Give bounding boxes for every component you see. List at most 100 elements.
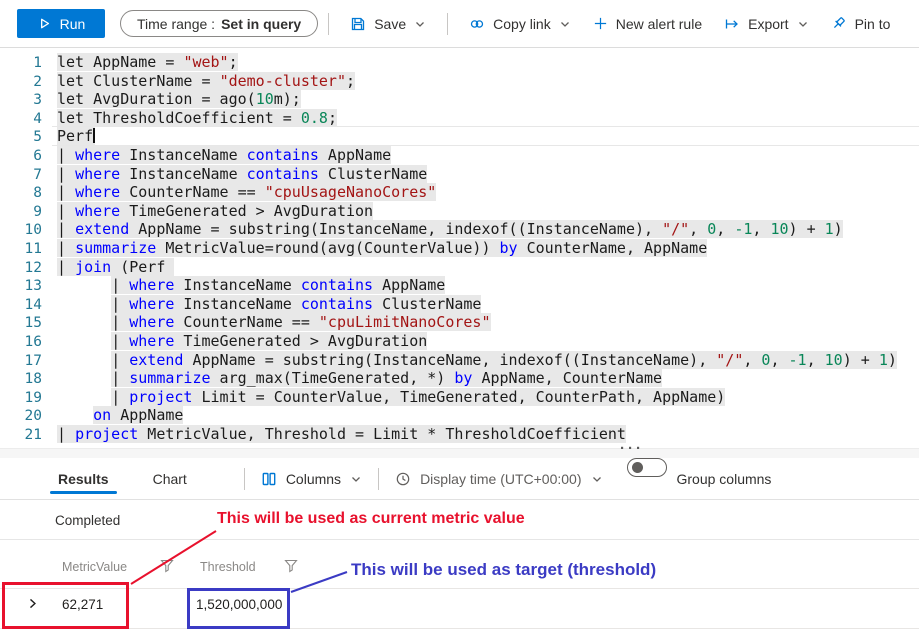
line-number: 2 [0,73,42,92]
line-number: 8 [0,184,42,203]
annotation-threshold-note: This will be used as target (threshold) [351,560,656,580]
line-number: 12 [0,259,42,278]
clock-icon [395,471,411,487]
toolbar-divider [447,13,448,35]
save-icon [350,16,366,32]
columns-label: Columns [286,471,341,487]
line-number: 14 [0,296,42,315]
time-range-label: Time range : [137,16,215,32]
line-number: 9 [0,203,42,222]
column-header-metricvalue[interactable]: MetricValue [62,560,127,574]
code-line[interactable]: 6| where InstanceName contains AppName [0,146,919,165]
toolbar-divider [328,13,329,35]
query-toolbar: Run Time range : Set in query Save [0,0,919,48]
tab-chart[interactable]: Chart [150,458,190,499]
column-header-threshold[interactable]: Threshold [200,560,256,574]
group-columns-toggle[interactable] [627,458,667,477]
run-label: Run [60,16,86,32]
code-line[interactable]: 9| where TimeGenerated > AvgDuration [0,202,919,221]
copy-link-button[interactable]: Copy link [458,0,582,47]
line-number: 13 [0,277,42,296]
splitter-handle-icon[interactable]: ··· [620,442,644,456]
code-line[interactable]: 4let ThresholdCoefficient = 0.8; [0,109,919,128]
code-line[interactable]: 15 | where CounterName == "cpuLimitNanoC… [0,313,919,332]
new-alert-rule-button[interactable]: New alert rule [582,0,713,47]
chevron-down-icon [559,18,571,30]
line-number: 6 [0,147,42,166]
code-line[interactable]: 5Perf [0,127,919,146]
run-button[interactable]: Run [17,9,105,38]
columns-icon [261,471,277,487]
save-button[interactable]: Save [339,0,437,47]
line-number: 11 [0,240,42,259]
time-range-picker[interactable]: Time range : Set in query [120,10,318,37]
code-line[interactable]: 21| project MetricValue, Threshold = Lim… [0,425,919,444]
copy-link-label: Copy link [493,16,551,32]
pin-icon [831,16,847,32]
code-line[interactable]: 13 | where InstanceName contains AppName [0,276,919,295]
code-line[interactable]: 10| extend AppName = substring(InstanceN… [0,220,919,239]
export-label: Export [748,16,788,32]
line-number: 7 [0,166,42,185]
chevron-down-icon [591,473,603,485]
line-number: 16 [0,333,42,352]
code-line[interactable]: 11| summarize MetricValue=round(avg(Coun… [0,239,919,258]
code-line[interactable]: 7| where InstanceName contains ClusterNa… [0,165,919,184]
line-number: 20 [0,407,42,426]
filter-icon[interactable] [284,559,298,573]
tab-results-label: Results [58,471,109,487]
code-line[interactable]: 2let ClusterName = "demo-cluster"; [0,72,919,91]
display-time-label: Display time (UTC+00:00) [420,471,581,487]
line-number: 17 [0,352,42,371]
toggle-knob [632,462,643,473]
code-line[interactable]: 8| where CounterName == "cpuUsageNanoCor… [0,183,919,202]
play-icon [37,16,52,31]
code-line[interactable]: 17 | extend AppName = substring(Instance… [0,351,919,370]
code-line[interactable]: 19 | project Limit = CounterValue, TimeG… [0,388,919,407]
code-line[interactable]: 1let AppName = "web"; [0,53,919,72]
plus-icon [593,16,608,31]
status-text: Completed [55,513,120,528]
pin-to-label: Pin to [855,16,891,32]
results-bar-divider [244,468,245,490]
code-line[interactable]: 16 | where TimeGenerated > AvgDuration [0,332,919,351]
line-number: 4 [0,110,42,129]
row-expander-icon[interactable] [26,597,39,610]
chevron-down-icon [797,18,809,30]
results-toolbar: Results Chart Columns Display tim [0,458,919,500]
cell-metricvalue[interactable]: 62,271 [62,597,103,612]
export-button[interactable]: Export [713,0,819,47]
line-number: 10 [0,221,42,240]
code-line[interactable]: 14 | where InstanceName contains Cluster… [0,295,919,314]
grid-divider [0,628,919,629]
code-line[interactable]: 20 on AppName [0,406,919,425]
code-line[interactable]: 18 | summarize arg_max(TimeGenerated, *)… [0,369,919,388]
code-line[interactable]: 12| join (Perf [0,258,919,277]
results-grid: MetricValue Threshold 62,271 1,520,000,0… [0,540,919,637]
line-number: 21 [0,426,42,445]
line-number: 18 [0,370,42,389]
kql-query-editor[interactable]: 1let AppName = "web";2let ClusterName = … [0,48,919,458]
tab-results[interactable]: Results [55,458,112,499]
query-editor-page: Run Time range : Set in query Save [0,0,919,637]
display-time-button[interactable]: Display time (UTC+00:00) [395,458,602,499]
line-number: 1 [0,54,42,73]
filter-icon[interactable] [160,559,174,573]
line-number: 19 [0,389,42,408]
pin-to-button[interactable]: Pin to [820,0,902,47]
editor-results-splitter[interactable]: ··· [0,448,919,458]
annotation-metric-note: This will be used as current metric valu… [217,510,525,528]
code-lines: 1let AppName = "web";2let ClusterName = … [0,48,919,443]
group-columns-label-wrap: Group columns [677,458,772,499]
new-alert-rule-label: New alert rule [616,16,702,32]
tab-chart-label: Chart [153,471,187,487]
time-range-value: Set in query [221,16,301,32]
group-columns-label: Group columns [677,471,772,487]
line-number: 5 [0,128,42,147]
save-label: Save [374,16,406,32]
cell-threshold[interactable]: 1,520,000,000 [196,597,282,612]
columns-button[interactable]: Columns [261,458,362,499]
chevron-down-icon [414,18,426,30]
code-line[interactable]: 3let AvgDuration = ago(10m); [0,90,919,109]
text-cursor [93,128,95,143]
